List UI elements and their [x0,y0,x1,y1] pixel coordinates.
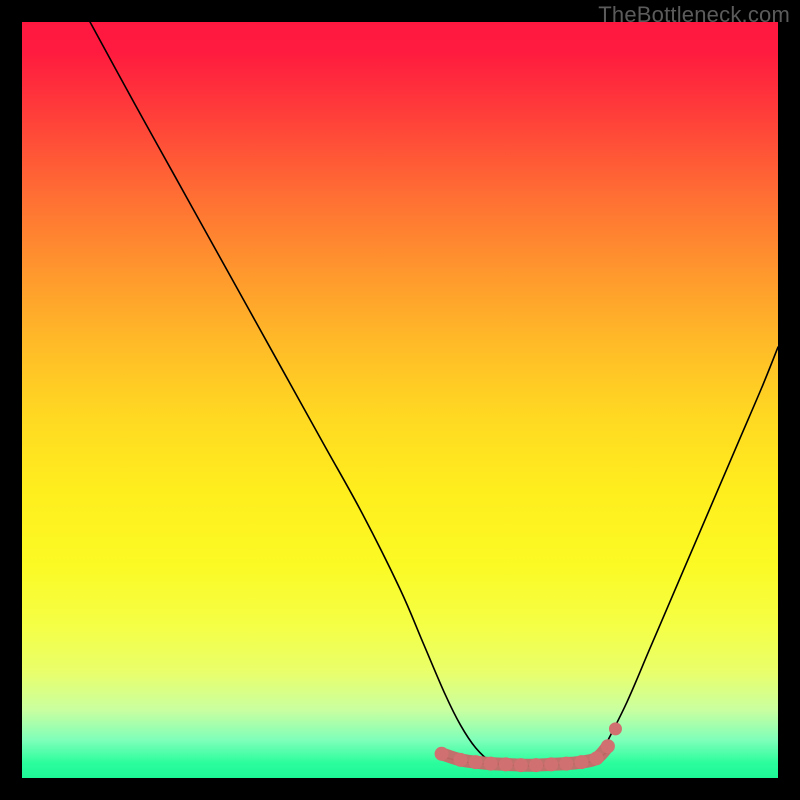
marker-dot [514,758,528,772]
marker-dot [499,757,513,771]
marker-dot [601,739,615,753]
marker-dot [529,758,543,772]
marker-dot [435,747,449,761]
marker-dot [544,757,558,771]
curve-left-curve [90,22,506,764]
marker-dot [574,755,588,769]
marker-end-dot [609,722,622,735]
plot-area [22,22,778,778]
marker-dot [469,755,483,769]
marker-dot [484,757,498,771]
curve-right-curve [604,347,778,748]
marker-dot [559,757,573,771]
marker-dot [590,751,604,765]
curves-layer [22,22,778,778]
chart-frame: TheBottleneck.com [0,0,800,800]
marker-dot [453,753,467,767]
